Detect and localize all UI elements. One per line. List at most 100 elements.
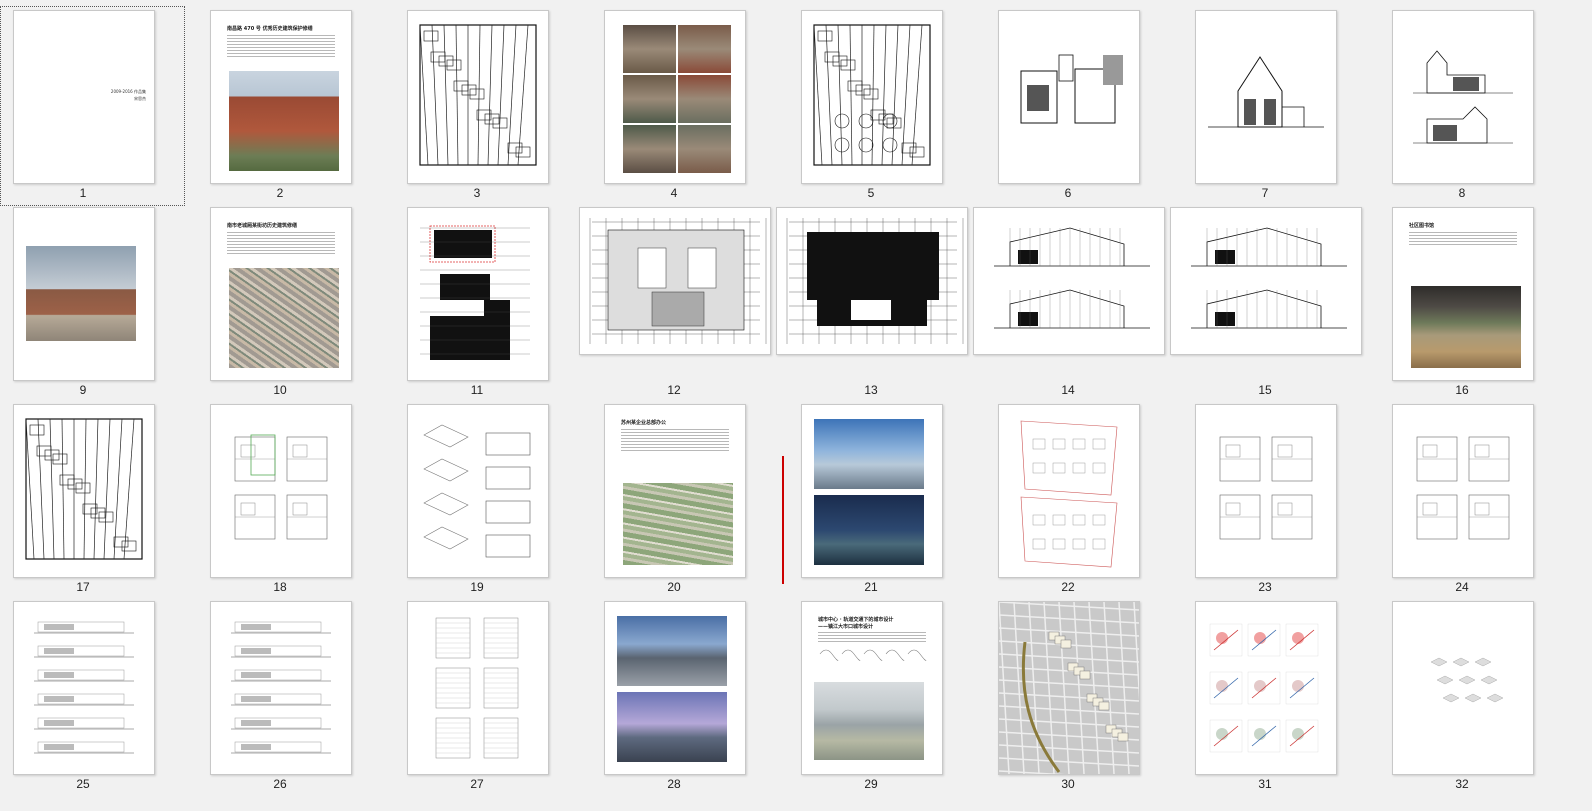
slide-number: 21: [864, 580, 878, 594]
render-photo-top: [617, 616, 727, 686]
slide-photo: [1411, 286, 1521, 368]
slide-thumbnail-2[interactable]: 南昌路 470 号 优秀历史建筑保护修缮: [210, 10, 352, 184]
slide-thumbnail-14[interactable]: [973, 207, 1165, 355]
slide-thumbnail-18[interactable]: [210, 404, 352, 578]
slide-number: 24: [1455, 580, 1469, 594]
slide-photo: [229, 71, 339, 171]
slide-thumbnail-32[interactable]: [1392, 601, 1534, 775]
slide-number: 7: [1261, 186, 1269, 200]
slide-number: 26: [273, 777, 287, 791]
drawing-graphic: [994, 227, 1150, 329]
drawing-graphic: [1430, 657, 1504, 703]
drawing-graphic: [1208, 56, 1324, 128]
slide-thumbnail-24[interactable]: [1392, 404, 1534, 578]
slide-thumbnail-6[interactable]: [998, 10, 1140, 184]
slide-thumbnail-25[interactable]: [13, 601, 155, 775]
drawing-graphic: [1020, 420, 1118, 568]
body-text-lines: [621, 429, 729, 453]
slide-thumbnail-23[interactable]: [1195, 404, 1337, 578]
slide-thumbnail-19[interactable]: [407, 404, 549, 578]
body-text-lines: [227, 35, 335, 59]
slide-heading: 社区图书馆: [1409, 223, 1435, 229]
site-photo: [623, 75, 676, 123]
slide-number: 19: [470, 580, 484, 594]
slide-thumbnail-10[interactable]: 南市老城厢某街坊历史建筑修缮: [210, 207, 352, 381]
slide-number: 5: [867, 186, 875, 200]
slide-heading: 南昌路 470 号 优秀历史建筑保护修缮: [227, 26, 313, 32]
render-photo-bottom: [617, 692, 727, 762]
slide-thumbnail-22[interactable]: [998, 404, 1140, 578]
slide-thumbnail-7[interactable]: [1195, 10, 1337, 184]
slide-number: 18: [273, 580, 287, 594]
slide-thumbnail-27[interactable]: [407, 601, 549, 775]
drawing-graphic: [420, 225, 530, 360]
drawing-graphic: [1020, 54, 1123, 124]
drawing-graphic: [786, 218, 964, 344]
site-photo: [623, 125, 676, 173]
slide-number: 14: [1061, 383, 1075, 397]
drawing-graphic: [234, 434, 328, 540]
drawing-graphic: [1219, 436, 1313, 540]
drawing-graphic: [813, 24, 931, 166]
slide-number: 9: [79, 383, 87, 397]
slide-thumbnail-31[interactable]: [1195, 601, 1337, 775]
slide-thumbnail-30[interactable]: [998, 601, 1140, 775]
site-photo: [678, 25, 731, 73]
slide-thumbnail-3[interactable]: [407, 10, 549, 184]
drawing-graphic: [25, 418, 143, 560]
slide-number: 1: [79, 186, 87, 200]
slide-heading: 南市老城厢某街坊历史建筑修缮: [227, 223, 298, 229]
drawing-graphic: [1191, 227, 1347, 329]
drawing-graphic: [1209, 623, 1319, 753]
slide-number: 20: [667, 580, 681, 594]
slide-number: 28: [667, 777, 681, 791]
city-model-photo: [814, 682, 924, 760]
drawing-graphic: [1413, 50, 1513, 144]
drawing-graphic: [423, 424, 531, 558]
slide-thumbnail-21[interactable]: [801, 404, 943, 578]
slide-number: 2: [276, 186, 284, 200]
body-text-lines: [227, 232, 335, 256]
slide-thumbnail-13[interactable]: [776, 207, 968, 355]
site-photo: [623, 25, 676, 73]
drawing-graphic: [34, 621, 134, 754]
slide-number: 17: [76, 580, 90, 594]
slide-number: 3: [473, 186, 481, 200]
house-render-photo: [26, 246, 136, 341]
slide-number: 6: [1064, 186, 1072, 200]
drawing-graphic: [999, 602, 1139, 774]
slide-thumbnail-5[interactable]: [801, 10, 943, 184]
title-text: 2009-2016 作品集: [110, 89, 146, 94]
slide-thumbnail-17[interactable]: [13, 404, 155, 578]
author-text: 宋思杰: [134, 96, 146, 101]
slide-thumbnail-20[interactable]: 苏州某企业总部办公: [604, 404, 746, 578]
slide-thumbnail-8[interactable]: [1392, 10, 1534, 184]
slide-thumbnail-12[interactable]: [579, 207, 771, 355]
slide-number: 12: [667, 383, 681, 397]
render-photo-top: [814, 419, 924, 489]
drawing-graphic: [419, 24, 537, 166]
slide-photo: [623, 483, 733, 565]
site-photo: [678, 125, 731, 173]
slide-heading: 苏州某企业总部办公: [621, 420, 667, 426]
insertion-marker: [782, 456, 784, 584]
slide-thumbnail-1[interactable]: 2009-2016 作品集宋思杰: [13, 10, 155, 184]
slide-thumbnail-26[interactable]: [210, 601, 352, 775]
slide-thumbnail-28[interactable]: [604, 601, 746, 775]
slide-thumbnail-29[interactable]: 城市中心 · 轨道交通下的城市设计 ——镇江大市口城市设计: [801, 601, 943, 775]
slide-thumbnail-11[interactable]: [407, 207, 549, 381]
slide-thumbnail-15[interactable]: [1170, 207, 1362, 355]
slide-number: 16: [1455, 383, 1469, 397]
slide-thumbnail-16[interactable]: 社区图书馆: [1392, 207, 1534, 381]
slide-number: 29: [864, 777, 878, 791]
slide-number: 31: [1258, 777, 1272, 791]
site-photo: [678, 75, 731, 123]
slide-number: 10: [273, 383, 287, 397]
slide-number: 25: [76, 777, 90, 791]
render-photo-bottom: [814, 495, 924, 565]
slide-number: 8: [1458, 186, 1466, 200]
drawing-graphic: [231, 621, 331, 754]
slide-thumbnail-9[interactable]: [13, 207, 155, 381]
slide-number: 13: [864, 383, 878, 397]
slide-thumbnail-4[interactable]: [604, 10, 746, 184]
